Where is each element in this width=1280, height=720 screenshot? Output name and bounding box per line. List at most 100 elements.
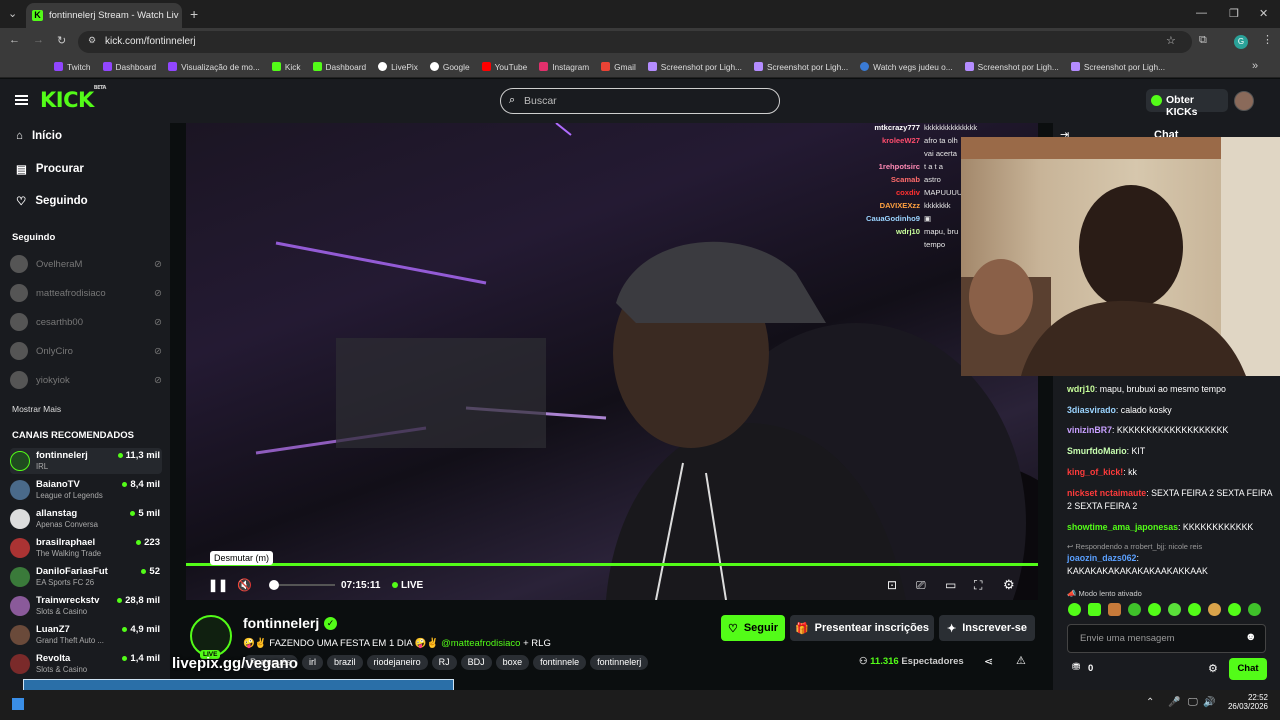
volume-slider-handle[interactable] (269, 580, 279, 590)
kick-favicon-icon: K (32, 10, 43, 21)
chat-message: king_of_kick!: kk (1067, 467, 1137, 477)
bookmark-screenshot-2[interactable]: Screenshot por Ligh... (753, 62, 848, 72)
kick-logo[interactable]: KICKBETA (40, 85, 106, 112)
maximize-icon[interactable]: ❐ (1229, 7, 1239, 20)
muted-volume-icon[interactable]: 🔇 (237, 578, 252, 592)
browser-menu-icon[interactable]: ⋮ (1262, 33, 1273, 46)
bookmark-visualizacao[interactable]: Visualização de mo... (168, 62, 260, 72)
nav-browse[interactable]: ▤ Procurar (16, 162, 84, 176)
bookmark-screenshot-3[interactable]: Screenshot por Ligh... (964, 62, 1059, 72)
recommended-channel[interactable]: brasilraphael The Walking Trade 223 (10, 535, 162, 561)
hamburger-menu-icon[interactable] (15, 95, 28, 105)
bookmark-star-icon[interactable]: ☆ (1166, 34, 1176, 47)
recommended-channel[interactable]: DaniloFariasFut EA Sports FC 26 52 (10, 564, 162, 590)
emote-icon[interactable] (1248, 603, 1261, 616)
emote-icon[interactable] (1068, 603, 1081, 616)
following-channel[interactable]: matteafrodisiaco ⊘ (10, 284, 162, 302)
forward-icon[interactable]: → (33, 34, 44, 46)
bookmark-dashboard[interactable]: Dashboard (102, 62, 156, 72)
report-icon[interactable]: ⚠ (1016, 654, 1026, 667)
recommended-channel[interactable]: BaianoTV League of Legends 8,4 mil (10, 477, 162, 503)
bookmark-twitch[interactable]: Twitch (54, 62, 91, 72)
emote-icon[interactable] (1168, 603, 1181, 616)
following-channel[interactable]: OnlyCiro ⊘ (10, 342, 162, 360)
following-channel[interactable]: yiokyiok ⊘ (10, 371, 162, 389)
network-icon[interactable]: 🖵 (1188, 697, 1198, 708)
theater-mode-icon[interactable]: ▭ (945, 578, 956, 592)
mention-link[interactable]: @matteafrodisiaco (441, 638, 520, 649)
recommended-channel[interactable]: fontinnelerj IRL 11,3 mil (10, 448, 162, 474)
emote-icon[interactable] (1108, 603, 1121, 616)
extensions-icon[interactable]: ⧉ (1199, 34, 1207, 47)
bookmark-screenshot-4[interactable]: Screenshot por Ligh... (1070, 62, 1165, 72)
bookmark-kick-dashboard[interactable]: Dashboard (312, 62, 366, 72)
emote-icon[interactable] (1128, 603, 1141, 616)
clock[interactable]: 22:52 26/03/2026 (1226, 693, 1268, 711)
recommended-channel[interactable]: LuanZ7 Grand Theft Auto ... 4,9 mil (10, 622, 162, 648)
share-icon[interactable]: ⋖ (984, 655, 993, 668)
emote-icon[interactable] (1228, 603, 1241, 616)
settings-gear-icon[interactable]: ⚙ (1003, 577, 1015, 593)
recommended-channel[interactable]: Trainwreckstv Slots & Casino 28,8 mil (10, 593, 162, 619)
bookmark-google[interactable]: Google (429, 62, 470, 72)
chat-message-input[interactable]: Envie uma mensagem (1067, 624, 1266, 653)
emote-icon[interactable] (1088, 603, 1101, 616)
bookmark-youtube[interactable]: YouTube (481, 62, 527, 72)
tag[interactable]: irl (302, 655, 324, 670)
site-info-icon[interactable]: ⚙ (88, 35, 96, 46)
back-icon[interactable]: ← (9, 34, 20, 46)
bookmarks-overflow-icon[interactable]: » (1252, 60, 1258, 72)
emote-icon[interactable] (1188, 603, 1201, 616)
bookmark-kick[interactable]: Kick (271, 62, 301, 72)
subscribe-button[interactable]: ✦ Inscrever-se (939, 615, 1035, 641)
follow-button[interactable]: ♡ Seguir (721, 615, 785, 641)
profile-avatar[interactable]: G (1234, 35, 1248, 49)
seek-bar[interactable] (186, 563, 1038, 566)
windows-start-icon[interactable] (12, 698, 24, 710)
gift-subs-button[interactable]: 🎁 Presentear inscrições (790, 615, 934, 641)
streamer-name[interactable]: fontinnelerj (243, 615, 319, 631)
show-more-link[interactable]: Mostrar Mais (12, 404, 61, 414)
emote-icon[interactable] (1208, 603, 1221, 616)
speaker-icon[interactable]: 🔊 (1203, 697, 1215, 708)
tab-search-icon[interactable]: ⌄ (8, 7, 17, 20)
user-avatar[interactable] (1234, 91, 1254, 111)
tag[interactable]: fontinnele (533, 655, 587, 670)
mini-player-icon[interactable]: ⊡ (887, 578, 897, 592)
tag[interactable]: RJ (431, 655, 457, 670)
bookmark-watch[interactable]: Watch vegs judeu o... (860, 62, 953, 72)
emoji-picker-icon[interactable]: ☻ (1245, 631, 1257, 643)
nav-following[interactable]: ♡ Seguindo (16, 194, 88, 208)
tag[interactable]: fontinnelerj (590, 655, 649, 670)
reload-icon[interactable]: ↻ (57, 34, 66, 47)
send-chat-button[interactable]: Chat (1229, 658, 1267, 680)
following-channel[interactable]: cesarthb00 ⊘ (10, 313, 162, 331)
new-tab-icon[interactable]: + (190, 6, 198, 22)
tag[interactable]: boxe (495, 655, 530, 670)
recommended-channel[interactable]: Revolta Slots & Casino 1,4 mil (10, 651, 162, 677)
following-channel[interactable]: OvelheraM ⊘ (10, 255, 162, 273)
tag[interactable]: BDJ (460, 655, 492, 670)
bookmark-gmail[interactable]: Gmail (601, 62, 636, 72)
microphone-icon[interactable]: 🎤 (1168, 697, 1180, 708)
bookmark-screenshot-1[interactable]: Screenshot por Ligh... (647, 62, 742, 72)
volume-slider[interactable] (279, 584, 335, 586)
chat-settings-icon[interactable]: ⚙ (1208, 662, 1218, 675)
clip-icon[interactable]: ⎚ (916, 578, 926, 593)
close-window-icon[interactable]: ✕ (1259, 7, 1268, 20)
browser-tab[interactable]: K fontinnelerj Stream - Watch Liv ✕ (26, 3, 182, 28)
points-icon[interactable]: ⛃ (1072, 662, 1080, 673)
bookmark-instagram[interactable]: Instagram (539, 62, 589, 72)
recommended-channel[interactable]: allanstag Apenas Conversa 5 mil (10, 506, 162, 532)
pause-icon[interactable]: ❚❚ (208, 578, 228, 592)
url-input[interactable]: kick.com/fontinnelerj (78, 31, 1192, 53)
bookmark-livepix[interactable]: LivePix (378, 62, 418, 72)
minimize-icon[interactable]: — (1196, 7, 1207, 19)
tag[interactable]: brazil (327, 655, 363, 670)
emote-icon[interactable] (1148, 603, 1161, 616)
tray-chevron-icon[interactable]: ⌃ (1146, 697, 1154, 708)
tag[interactable]: riodejaneiro (366, 655, 428, 670)
nav-home[interactable]: ⌂ Início (16, 130, 62, 142)
search-input[interactable]: Buscar (500, 88, 780, 114)
fullscreen-icon[interactable]: ⛶ (974, 578, 982, 593)
